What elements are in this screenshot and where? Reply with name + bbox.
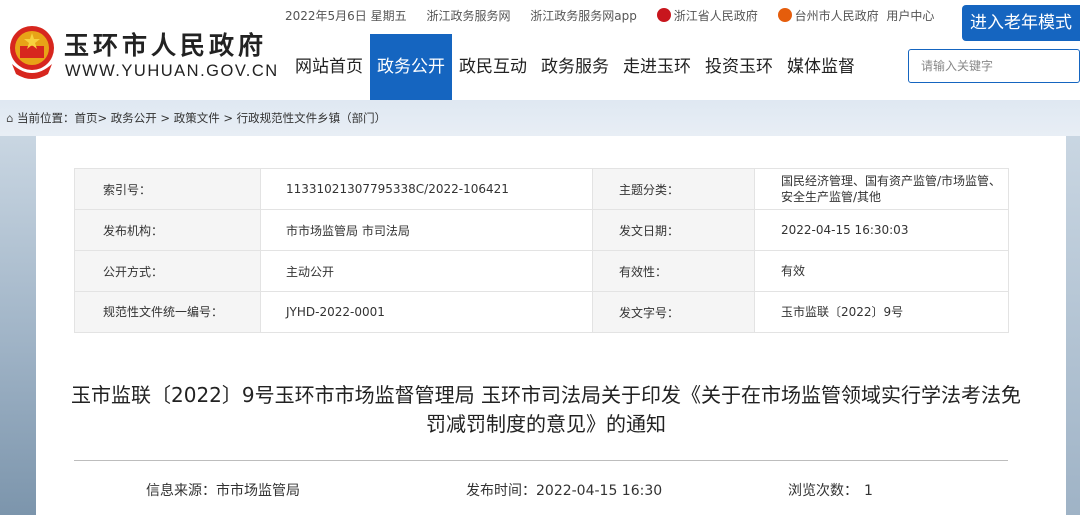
- code-value: JYHD-2022-0001: [260, 291, 593, 333]
- nav-interaction[interactable]: 政民互动: [452, 34, 534, 100]
- background-scenery-left: [0, 136, 36, 515]
- background-scenery-right: [1066, 136, 1080, 515]
- divider: [74, 460, 1008, 461]
- valid-label: 有效性：: [592, 250, 755, 292]
- source-value: 市市场监管局: [216, 483, 300, 499]
- link-user-center[interactable]: 用户中心: [886, 7, 934, 24]
- site-domain: WWW.YUHUAN.GOV.CN: [65, 62, 279, 80]
- topic-value: 国民经济管理、国有资产监管/市场监管、安全生产监管/其他: [754, 168, 1009, 210]
- article-content: 索引号： 11331021307795338C/2022-106421 主题分类…: [36, 136, 1066, 515]
- pub-label: 发布时间：: [466, 483, 536, 499]
- date-label: 发文日期：: [592, 209, 755, 251]
- nav-invest-yuhuan[interactable]: 投资玉环: [698, 34, 780, 100]
- main-nav: 网站首页 政务公开 政民互动 政务服务 走进玉环 投资玉环 媒体监督: [288, 34, 862, 100]
- nav-about-yuhuan[interactable]: 走进玉环: [616, 34, 698, 100]
- document-meta-table: 索引号： 11331021307795338C/2022-106421 主题分类…: [74, 168, 1009, 333]
- breadcrumb-prefix: 当前位置：: [16, 111, 75, 125]
- source-label: 信息来源：: [146, 483, 216, 499]
- table-row: 公开方式： 主动公开 有效性： 有效: [74, 250, 1009, 292]
- link-zhejiang-gov[interactable]: 浙江省人民政府: [656, 7, 758, 24]
- home-icon: ⌂: [6, 111, 14, 125]
- nav-gov-affairs-open[interactable]: 政务公开: [370, 34, 452, 100]
- current-date: 2022年5月6日 星期五: [285, 9, 407, 23]
- date-value: 2022-04-15 16:30:03: [754, 209, 1009, 251]
- nav-home[interactable]: 网站首页: [288, 34, 370, 100]
- breadcrumb: ⌂ 当前位置：首页> 政务公开 > 政策文件 > 行政规范性文件乡镇（部门）: [0, 100, 1080, 136]
- code-label: 规范性文件统一编号：: [74, 291, 261, 333]
- link-taizhou-gov[interactable]: 台州市人民政府: [777, 7, 879, 24]
- info-views: 浏览次数： 1: [788, 480, 873, 500]
- nav-gov-services[interactable]: 政务服务: [534, 34, 616, 100]
- table-row: 规范性文件统一编号： JYHD-2022-0001 发文字号： 玉市监联〔202…: [74, 291, 1009, 333]
- national-emblem-icon: [10, 26, 54, 79]
- open-label: 公开方式：: [74, 250, 261, 292]
- docno-value: 玉市监联〔2022〕9号: [754, 291, 1009, 333]
- breadcrumb-path[interactable]: 首页> 政务公开 > 政策文件 > 行政规范性文件乡镇（部门）: [74, 111, 386, 125]
- open-value: 主动公开: [260, 250, 593, 292]
- docno-label: 发文字号：: [592, 291, 755, 333]
- table-row: 发布机构： 市市场监管局 市司法局 发文日期： 2022-04-15 16:30…: [74, 209, 1009, 251]
- views-label: 浏览次数：: [788, 483, 858, 499]
- views-value: 1: [864, 483, 873, 499]
- info-source: 信息来源：市市场监管局: [146, 480, 300, 500]
- search-input[interactable]: 请输入关键字: [908, 49, 1080, 83]
- zhejiang-gov-icon: [656, 8, 671, 22]
- org-value: 市市场监管局 市司法局: [260, 209, 593, 251]
- info-publish-time: 发布时间：2022-04-15 16:30: [466, 480, 662, 500]
- valid-value: 有效: [754, 250, 1009, 292]
- nav-media-supervision[interactable]: 媒体监督: [780, 34, 862, 100]
- link-zjzwfw[interactable]: 浙江政务服务网: [426, 7, 510, 24]
- pub-value: 2022-04-15 16:30: [536, 483, 663, 499]
- table-row: 索引号： 11331021307795338C/2022-106421 主题分类…: [74, 168, 1009, 210]
- site-header: 玉环市人民政府 WWW.YUHUAN.GOV.CN 2022年5月6日 星期五 …: [0, 0, 1080, 100]
- index-value: 11331021307795338C/2022-106421: [260, 168, 593, 210]
- top-links: 2022年5月6日 星期五 浙江政务服务网 浙江政务服务网app 浙江省人民政府…: [285, 7, 950, 24]
- taizhou-gov-icon: [777, 8, 792, 22]
- document-title: 玉市监联〔2022〕9号玉环市市场监督管理局 玉环市司法局关于印发《关于在市场监…: [71, 383, 1021, 436]
- elder-mode-button[interactable]: 进入老年模式: [962, 5, 1080, 41]
- site-name[interactable]: 玉环市人民政府: [64, 26, 267, 62]
- index-label: 索引号：: [74, 168, 261, 210]
- org-label: 发布机构：: [74, 209, 261, 251]
- link-zjzwfw-app[interactable]: 浙江政务服务网app: [530, 7, 637, 24]
- topic-label: 主题分类：: [592, 168, 755, 210]
